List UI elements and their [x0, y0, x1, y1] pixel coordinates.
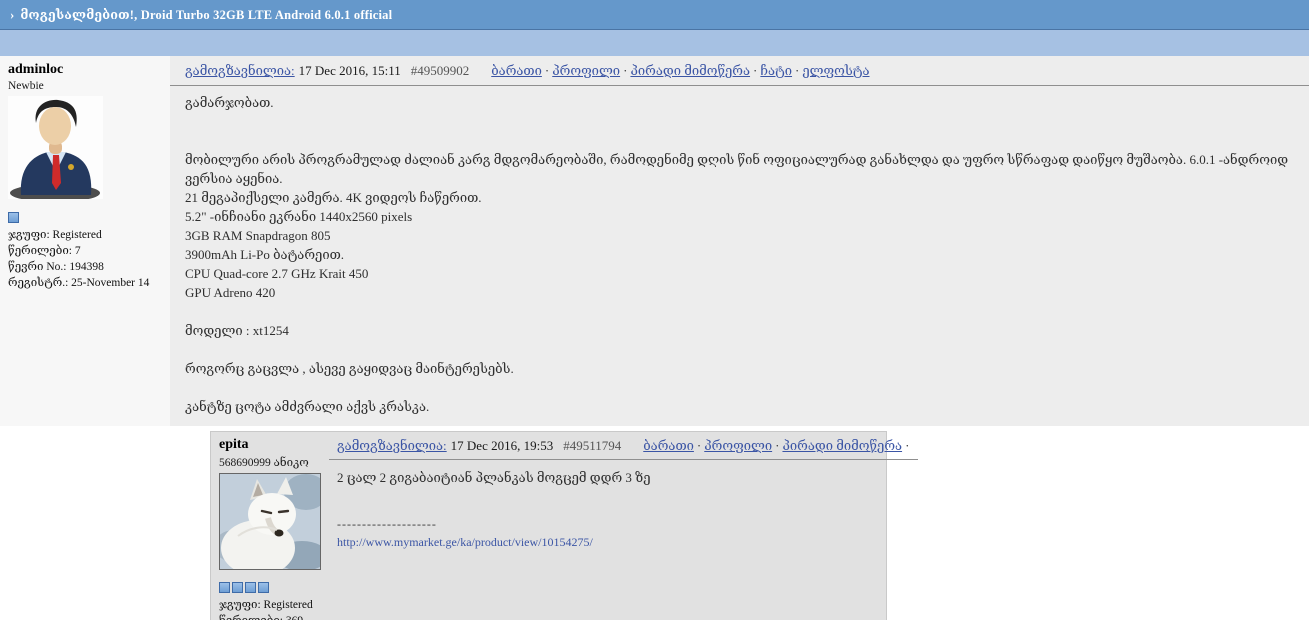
chat-link[interactable]: ჩატი: [760, 63, 792, 78]
author-name[interactable]: epita: [219, 437, 321, 453]
post-1-content-panel: გამოგზავნილია: 17 Dec 2016, 15:11 #4950990…: [170, 56, 1309, 426]
member-level-badge-icon: [219, 582, 230, 593]
post-2: epita 568690999 ანიკო ჯგუფი: Registered …: [210, 431, 919, 620]
member-posts-count: წერილები: 369: [219, 613, 321, 620]
post-1-body: გამარჯობათ. მობილური არის პროგრამულად ძა…: [185, 95, 1289, 414]
post-2-header: გამოგზავნილია: 17 Dec 2016, 19:53 #4951179…: [329, 432, 919, 460]
post-date: 17 Dec 2016, 15:11: [298, 63, 401, 78]
post-id: #49511794: [563, 438, 622, 453]
profile-link[interactable]: პროფილი: [704, 438, 772, 453]
member-number: წევრი No.: 194398: [8, 261, 104, 273]
link-separator: ·: [544, 63, 550, 78]
post-id: #49509902: [410, 63, 470, 78]
link-separator: ·: [795, 63, 800, 78]
card-link[interactable]: ბარათი: [643, 438, 694, 453]
member-level-badge-icon: [232, 582, 243, 593]
author-rank: Newbie: [8, 80, 44, 92]
author-name[interactable]: adminloc: [8, 62, 162, 78]
topic-title-bar: › მოგესალმებით!, Droid Turbo 32GB LTE An…: [0, 0, 1309, 30]
private-message-link[interactable]: პირადი მიმოწერა: [630, 63, 750, 78]
post-1: adminloc Newbie ჯგუფი: Registered წერილე…: [0, 56, 1309, 426]
member-posts-count: წერილები: 7: [8, 245, 81, 257]
member-level-badges: [8, 212, 162, 223]
post-2-body: 2 ცალ 2 გიგაბაიტიან პლანკას მოგცემ დდრ 3…: [337, 470, 651, 485]
posted-on-link[interactable]: გამოგზავნილია:: [337, 438, 447, 453]
member-registered: რეგისტრ.: 25-November 14: [8, 277, 150, 289]
card-link[interactable]: ბარათი: [491, 63, 542, 78]
post-2-content-panel: გამოგზავნილია: 17 Dec 2016, 19:53 #4951179…: [329, 432, 919, 620]
link-separator: ·: [753, 63, 758, 78]
post-2-signature: -------------------- http://www.mymarket…: [329, 517, 918, 551]
trailing-separator: ·: [905, 438, 910, 453]
post-date: 17 Dec 2016, 19:53: [450, 438, 554, 453]
posted-on-link[interactable]: გამოგზავნილია:: [185, 63, 295, 78]
member-level-badge-icon: [8, 212, 19, 223]
link-separator: ·: [623, 63, 628, 78]
signature-url-link[interactable]: http://www.mymarket.ge/ka/product/view/1…: [337, 535, 593, 550]
post-2-author-panel: epita 568690999 ანიკო ჯგუფი: Registered: [211, 432, 329, 620]
member-level-badge-icon: [258, 582, 269, 593]
signature-divider: --------------------: [337, 517, 437, 531]
private-message-link[interactable]: პირადი მიმოწერა: [782, 438, 902, 453]
member-level-badges: [219, 582, 321, 593]
member-group: ჯგუფი: Registered: [219, 599, 313, 611]
member-group: ჯგუფი: Registered: [8, 229, 102, 241]
member-info: ჯგუფი: Registered წერილები: 7 წევრი No.:…: [8, 227, 162, 291]
author-note: 568690999 ანიკო: [219, 457, 309, 469]
wolf-avatar-icon[interactable]: [214, 473, 328, 576]
link-separator: ·: [775, 438, 780, 453]
businessman-avatar-icon[interactable]: [8, 96, 162, 204]
sub-header-bar: [0, 30, 1309, 56]
post-1-author-panel: adminloc Newbie ჯგუფი: Registered წერილე…: [0, 56, 170, 426]
post-1-header: გამოგზავნილია: 17 Dec 2016, 15:11 #4950990…: [170, 56, 1309, 86]
profile-link[interactable]: პროფილი: [552, 63, 620, 78]
link-separator: ·: [696, 438, 702, 453]
email-link[interactable]: ელფოსტა: [802, 63, 869, 78]
member-info: ჯგუფი: Registered წერილები: 369 წევრი No…: [219, 597, 321, 620]
member-level-badge-icon: [245, 582, 256, 593]
topic-title: მოგესალმებით!, Droid Turbo 32GB LTE Andr…: [20, 7, 393, 22]
breadcrumb-arrow-icon: ›: [10, 6, 15, 22]
